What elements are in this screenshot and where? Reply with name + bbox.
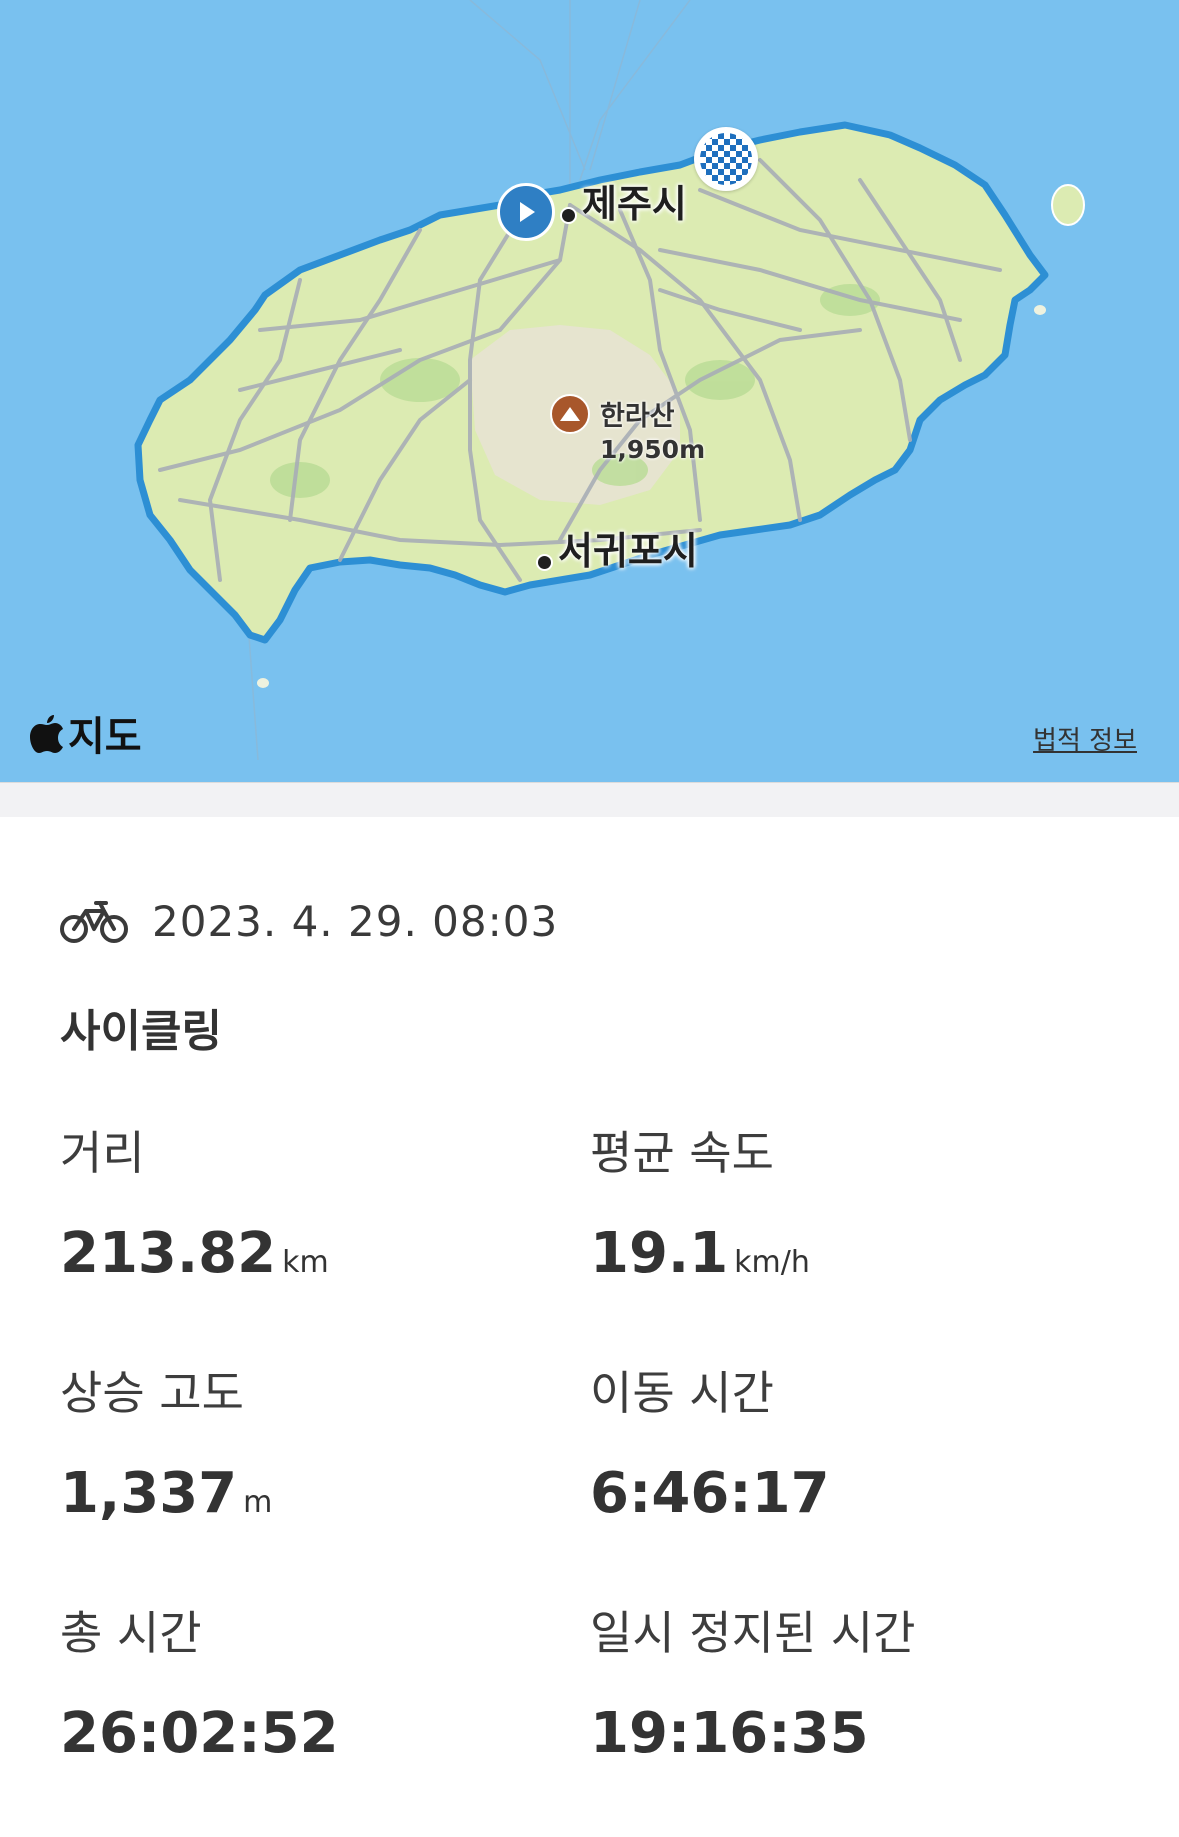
stat-unit: km — [282, 1245, 329, 1280]
activity-header: 2023. 4. 29. 08:03 — [60, 891, 1179, 951]
stat-value: 213.82 — [60, 1221, 277, 1286]
peak-name: 한라산 — [600, 401, 675, 432]
route-finish-marker[interactable] — [694, 127, 758, 191]
seogwipo-city-dot — [536, 554, 553, 571]
play-icon — [520, 202, 535, 222]
activity-datetime: 2023. 4. 29. 08:03 — [152, 896, 559, 946]
section-divider — [0, 782, 1179, 817]
map-canvas — [134, 0, 1085, 761]
stat-average-speed: 평균 속도 19.1 km/h — [590, 1117, 1120, 1357]
stat-value: 19:16:35 — [590, 1701, 869, 1766]
stat-moving-time: 이동 시간 6:46:17 — [590, 1357, 1120, 1597]
activity-type: 사이클링 — [60, 1006, 222, 1057]
stat-label: 총 시간 — [60, 1606, 202, 1660]
stat-label: 일시 정지된 시간 — [590, 1606, 916, 1660]
stat-unit: km/h — [734, 1245, 810, 1280]
apple-maps-logo: 지도 — [30, 704, 142, 762]
stats-grid: 거리 213.82 km 평균 속도 19.1 km/h 상승 고도 1,337 m … — [60, 1117, 1179, 1837]
brand-label: 지도 — [68, 714, 142, 760]
mountain-icon — [550, 394, 590, 434]
jeju-city-dot — [560, 207, 577, 224]
stat-distance: 거리 213.82 km — [60, 1117, 590, 1357]
stat-value: 19.1 — [590, 1221, 729, 1286]
stat-paused-time: 일시 정지된 시간 19:16:35 — [590, 1597, 1120, 1837]
checkered-flag-icon — [700, 133, 752, 185]
stat-label: 평균 속도 — [590, 1126, 774, 1180]
hallasan-marker: 한라산 1,950m — [550, 394, 705, 464]
stat-value: 6:46:17 — [590, 1461, 830, 1526]
route-map[interactable]: 제주시 서귀포시 한라산 1,950m 지도 법적 정보 — [0, 0, 1179, 782]
activity-summary: 2023. 4. 29. 08:03 사이클링 거리 213.82 km 평균 속… — [0, 891, 1179, 1837]
stat-label: 거리 — [60, 1126, 145, 1180]
stat-label: 상승 고도 — [60, 1366, 244, 1420]
stat-label: 이동 시간 — [590, 1366, 774, 1420]
jeju-city-label: 제주시 — [582, 182, 687, 226]
stat-elevation-gain: 상승 고도 1,337 m — [60, 1357, 590, 1597]
apple-icon — [30, 715, 63, 753]
legal-info-link[interactable]: 법적 정보 — [1033, 720, 1137, 757]
seogwipo-city-label: 서귀포시 — [558, 529, 698, 573]
stat-value: 26:02:52 — [60, 1701, 339, 1766]
bicycle-icon — [60, 901, 128, 943]
peak-height: 1,950m — [600, 435, 706, 464]
stat-unit: m — [243, 1485, 273, 1520]
stat-value: 1,337 — [60, 1461, 238, 1526]
route-start-marker[interactable] — [497, 183, 555, 241]
stat-total-time: 총 시간 26:02:52 — [60, 1597, 590, 1837]
